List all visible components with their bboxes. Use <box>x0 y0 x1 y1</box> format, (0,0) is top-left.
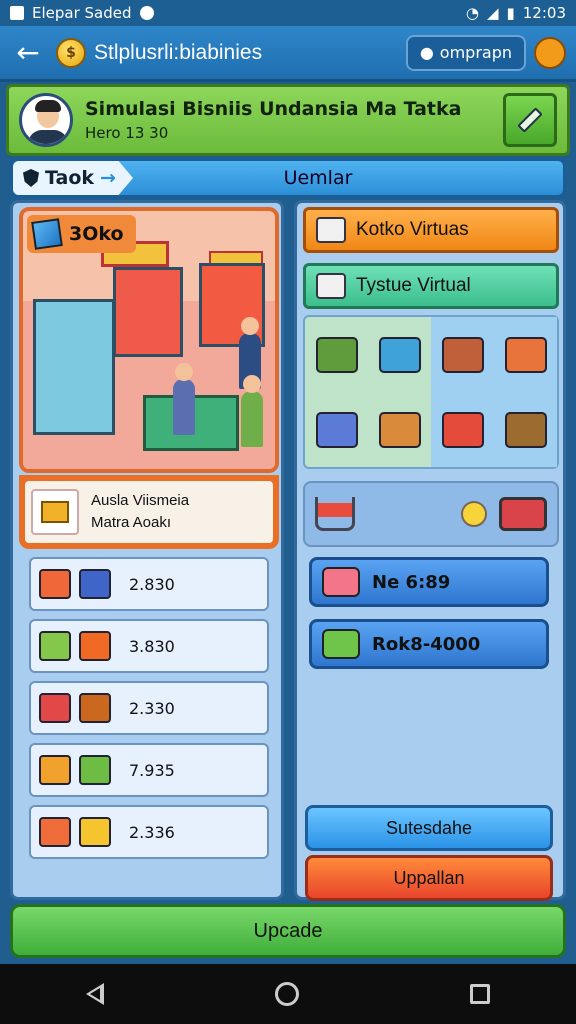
shop-icon <box>316 217 346 243</box>
login-label: omprapn <box>439 43 512 62</box>
profile-name: Simulasi Bisniis Undansia Ma Tatka <box>85 98 462 120</box>
product-icon <box>79 631 111 661</box>
shop-item-icon <box>504 336 547 373</box>
item-value: 2.336 <box>129 822 175 842</box>
cake-tin-icon <box>322 567 360 597</box>
virtual-store-button[interactable]: Tystue Virtual <box>303 263 559 309</box>
price-button-1[interactable]: Ne 6:89 <box>309 557 549 607</box>
virtual-shop-button[interactable]: Kotko Virtuas <box>303 207 559 253</box>
grid-item[interactable] <box>368 392 431 467</box>
avatar[interactable] <box>19 93 73 147</box>
cart-icon[interactable] <box>315 497 355 531</box>
grid-item[interactable] <box>368 317 431 392</box>
pencil-icon <box>517 107 543 133</box>
shop-panel: 3Oko Ausla Viismeia Matra Aoakı 2.830 3.8… <box>10 200 284 900</box>
grid-item[interactable] <box>305 392 368 467</box>
virtual-shop-label: Kotko Virtuas <box>356 219 469 240</box>
nav-home-icon[interactable] <box>274 982 299 1006</box>
product-icon <box>79 569 111 599</box>
app-title: Stlplusrli:biabinies <box>94 40 263 64</box>
item-row[interactable]: 2.336 <box>29 805 269 859</box>
product-icon <box>39 631 71 661</box>
sutesdahe-button[interactable]: Sutesdahe <box>305 805 553 851</box>
nav-recents-icon[interactable] <box>470 984 491 1004</box>
login-button[interactable]: ● omprapn <box>405 34 526 71</box>
user-icon: ● <box>419 43 434 62</box>
system-nav-bar <box>0 964 576 1024</box>
messenger-icon <box>139 6 154 20</box>
wifi-icon: ◔ <box>465 4 479 22</box>
shop-info-card[interactable]: Ausla Viismeia Matra Aoakı <box>19 475 279 549</box>
item-row[interactable]: 7.935 <box>29 743 269 797</box>
edit-button[interactable] <box>503 93 557 147</box>
shop-badge-label: 3Oko <box>69 223 124 245</box>
uppallan-button[interactable]: Uppallan <box>305 855 553 901</box>
tab-title: Uemlar <box>283 167 353 189</box>
grid-item[interactable] <box>431 392 494 467</box>
shop-item-icon <box>315 411 358 448</box>
shop-illustration[interactable]: 3Oko <box>19 207 279 473</box>
item-value: 7.935 <box>129 760 175 780</box>
virtual-store-label: Tystue Virtual <box>356 275 471 296</box>
profile-banner: Simulasi Bisniis Undansia Ma Tatka Hero … <box>6 84 570 156</box>
shop-item-icon <box>441 336 484 373</box>
nav-back-icon[interactable] <box>85 983 104 1005</box>
product-icon <box>39 817 71 847</box>
profile-level: Hero 13 30 <box>85 124 169 142</box>
product-icon <box>39 569 71 599</box>
shop-item-icon <box>378 336 421 373</box>
product-icon <box>79 817 111 847</box>
price-2: Rok8-4000 <box>372 633 481 655</box>
grid-item[interactable] <box>494 317 557 392</box>
tab-toko-label: Taok <box>45 167 95 189</box>
grid-item[interactable] <box>431 317 494 392</box>
item-row[interactable]: 2.330 <box>29 681 269 735</box>
upgrade-button[interactable]: Upcade <box>10 904 566 958</box>
shop-item-icon <box>441 411 484 448</box>
product-icon <box>79 693 111 723</box>
info-line-1: Ausla Viismeia <box>91 491 190 509</box>
shop-item-icon <box>378 411 421 448</box>
carrier-text: Elepar Saded <box>32 4 132 22</box>
product-icon <box>39 693 71 723</box>
cube-icon <box>31 218 63 250</box>
info-line-2: Matra Aoakı <box>91 514 172 531</box>
battery-icon: ▮ <box>506 4 515 22</box>
shield-icon <box>23 169 39 187</box>
app-bar: ← $ Stlplusrli:biabinies ● omprapn <box>0 26 576 82</box>
tab-bar: Taok → Uemlar <box>10 158 566 198</box>
grid-item[interactable] <box>494 392 557 467</box>
clock: 12:03 <box>522 4 566 22</box>
coin-icon: $ <box>56 37 86 68</box>
shop-item-icon <box>504 411 547 448</box>
box-icon <box>31 489 79 535</box>
status-bar: Elepar Saded ◔ ◢ ▮ 12:03 <box>0 0 576 26</box>
item-value: 3.830 <box>129 636 175 656</box>
gift-box-icon <box>322 629 360 659</box>
item-row[interactable]: 2.830 <box>29 557 269 611</box>
item-grid <box>303 315 559 469</box>
smiley-icon[interactable] <box>534 36 566 69</box>
notification-icon <box>10 6 24 20</box>
shop-item-icon <box>315 336 358 373</box>
item-row[interactable]: 3.830 <box>29 619 269 673</box>
tab-toko[interactable]: Taok → <box>13 161 133 195</box>
item-value: 2.830 <box>129 574 175 594</box>
truck-icon[interactable] <box>499 497 547 531</box>
item-value: 2.330 <box>129 698 175 718</box>
back-arrow-icon[interactable]: ← <box>10 35 46 71</box>
shop-badge: 3Oko <box>27 215 136 253</box>
grid-item[interactable] <box>305 317 368 392</box>
quick-bar <box>303 481 559 547</box>
price-button-2[interactable]: Rok8-4000 <box>309 619 549 669</box>
signal-icon: ◢ <box>486 4 499 22</box>
smiley-face-icon[interactable] <box>461 501 487 527</box>
product-icon <box>39 755 71 785</box>
chevron-right-icon: → <box>100 167 116 189</box>
cake-icon <box>316 273 346 299</box>
price-1: Ne 6:89 <box>372 571 451 593</box>
product-icon <box>79 755 111 785</box>
virtual-panel: Kotko Virtuas Tystue Virtual Ne 6:89 Rok… <box>294 200 566 901</box>
